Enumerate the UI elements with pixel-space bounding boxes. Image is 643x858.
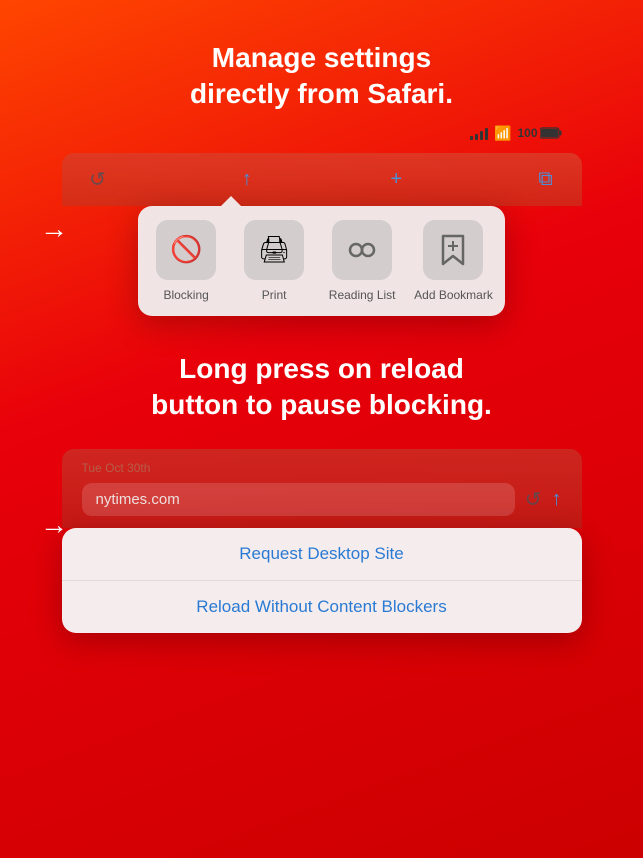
- address-reload-button[interactable]: ↺: [525, 487, 542, 512]
- safari-toolbar: ↺ ↑ + ⧉: [62, 153, 582, 206]
- url-field[interactable]: nytimes.com: [82, 483, 515, 516]
- print-label: Print: [262, 288, 287, 302]
- share-button[interactable]: ↑: [231, 168, 263, 191]
- request-desktop-site[interactable]: Request Desktop Site: [62, 528, 582, 581]
- reload-button[interactable]: ↺: [82, 167, 114, 192]
- middle-heading: Long press on reload button to pause blo…: [0, 316, 643, 444]
- safari-bottom-mockup: Tue Oct 30th nytimes.com ↺ ↑ Request Des…: [62, 449, 582, 633]
- reading-list-icon: [332, 220, 392, 280]
- top-heading: Manage settings directly from Safari.: [0, 0, 643, 133]
- top-safari-section: → 📶 100 ↺ ↑ + ⧉: [0, 143, 643, 316]
- menu-item-reading-list[interactable]: Reading List: [322, 214, 402, 308]
- add-tab-button[interactable]: +: [380, 168, 412, 191]
- menu-item-print[interactable]: 🖨 Print: [234, 214, 314, 308]
- menu-item-blocking[interactable]: 🚫 Blocking: [146, 214, 226, 308]
- middle-heading-line1: Long press on reload: [179, 353, 464, 384]
- middle-heading-line2: button to pause blocking.: [151, 389, 492, 420]
- blocking-icon: 🚫: [156, 220, 216, 280]
- safari-address-bar: Tue Oct 30th nytimes.com ↺ ↑: [62, 449, 582, 528]
- safari-top-mockup: 📶 100 ↺ ↑ + ⧉ 🚫 Blocking: [62, 153, 582, 316]
- bottom-safari-section: → Tue Oct 30th nytimes.com ↺ ↑ Request D…: [0, 449, 643, 633]
- context-menu-bottom: Request Desktop Site Reload Without Cont…: [62, 528, 582, 633]
- status-bar: 📶 100: [470, 125, 561, 142]
- wifi-icon: 📶: [494, 125, 511, 142]
- battery-icon: [540, 127, 562, 139]
- print-icon: 🖨: [244, 220, 304, 280]
- address-row: nytimes.com ↺ ↑: [82, 483, 562, 516]
- add-bookmark-icon: [423, 220, 483, 280]
- address-share-button[interactable]: ↑: [552, 488, 562, 511]
- context-menu-top: 🚫 Blocking 🖨 Print Reading List: [138, 206, 505, 316]
- battery-indicator: 100: [517, 126, 561, 140]
- menu-item-add-bookmark[interactable]: Add Bookmark: [410, 214, 497, 308]
- top-heading-line2: directly from Safari.: [190, 78, 453, 109]
- reading-list-label: Reading List: [329, 288, 396, 302]
- top-heading-line1: Manage settings: [212, 42, 431, 73]
- reload-without-content-blockers[interactable]: Reload Without Content Blockers: [62, 581, 582, 633]
- add-bookmark-label: Add Bookmark: [414, 288, 493, 302]
- signal-icon: [470, 126, 488, 140]
- address-date: Tue Oct 30th: [82, 461, 562, 475]
- tabs-button[interactable]: ⧉: [529, 168, 561, 191]
- blocking-label: Blocking: [163, 288, 208, 302]
